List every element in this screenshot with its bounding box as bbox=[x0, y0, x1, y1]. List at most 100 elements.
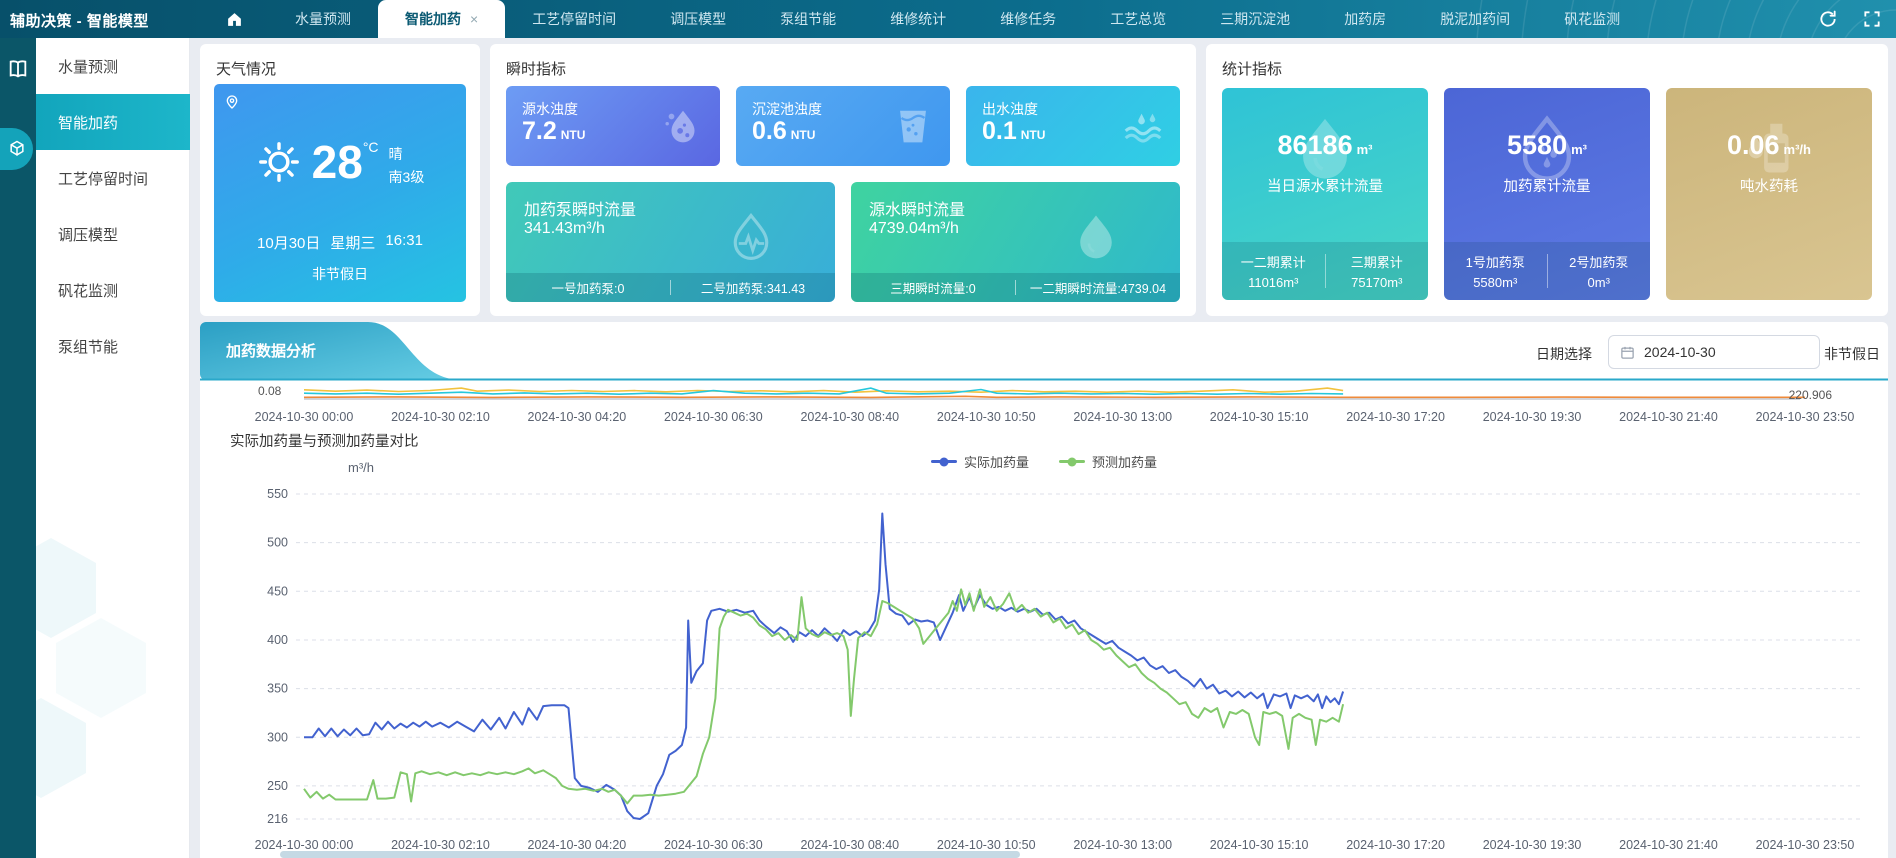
sidebar-item-label: 水量预测 bbox=[58, 56, 118, 77]
tab-label: 维修统计 bbox=[890, 9, 946, 29]
footer-value: 0 bbox=[618, 282, 625, 296]
footer-value: 341.43 bbox=[767, 282, 805, 296]
wave-icon bbox=[1120, 105, 1166, 151]
tab-label: 三期沉淀池 bbox=[1220, 9, 1290, 29]
legend-item-预测加药量[interactable]: 预测加药量 bbox=[1059, 452, 1157, 471]
weather-holiday-status: 非节假日 bbox=[214, 264, 466, 284]
model-cube-icon[interactable] bbox=[0, 128, 33, 170]
sidebar-item-调压模型[interactable]: 调压模型 bbox=[36, 206, 190, 262]
x-axis-tick-label: 2024-10-30 04:20 bbox=[502, 410, 652, 424]
tab-label: 矾花监测 bbox=[1564, 9, 1620, 29]
weather-panel: 天气情况 28°C 晴 南3级 10月30日 星期三 16:31 非节假日 bbox=[200, 44, 480, 316]
tab-三期沉淀池[interactable]: 三期沉淀池 bbox=[1193, 0, 1317, 38]
tab-bar: 水量预测 智能加药 × 工艺停留时间 调压模型 泵组节能 维修统计 维修任务工艺总览 三期沉淀池… bbox=[268, 0, 1647, 38]
metric-card-沉淀池浊度: 沉淀池浊度0.6NTU bbox=[736, 86, 950, 166]
close-icon[interactable]: × bbox=[470, 11, 478, 27]
tab-智能加药[interactable]: 智能加药 × bbox=[378, 0, 505, 38]
footer-cell: 2号加药泵0m³ bbox=[1548, 242, 1651, 300]
tab-工艺停留时间[interactable]: 工艺停留时间 bbox=[505, 0, 643, 38]
location-pin-icon bbox=[224, 94, 240, 110]
calendar-icon bbox=[1620, 345, 1635, 360]
stat-card-吨水药耗: 0.06m³/h吨水药耗 bbox=[1666, 88, 1872, 300]
tab-脱泥加药间[interactable]: 脱泥加药间 bbox=[1413, 0, 1537, 38]
sidebar-item-label: 泵组节能 bbox=[58, 336, 118, 357]
tab-label: 调压模型 bbox=[670, 9, 726, 29]
stat-card-footer: 一二期累计 11016m³ 三期累计75170m³ bbox=[1222, 242, 1428, 300]
x-axis-tick-label: 2024-10-30 08:40 bbox=[775, 410, 925, 424]
tab-维修任务[interactable]: 维修任务 bbox=[973, 0, 1083, 38]
x-axis-tick-label: 2024-10-30 10:50 bbox=[911, 410, 1061, 424]
footer-value: 75170m³ bbox=[1351, 275, 1402, 290]
stat-value: 86186 bbox=[1278, 130, 1353, 160]
tab-label: 工艺停留时间 bbox=[532, 9, 616, 29]
sidebar-item-泵组节能[interactable]: 泵组节能 bbox=[36, 318, 190, 374]
sidebar-item-工艺停留时间[interactable]: 工艺停留时间 bbox=[36, 150, 190, 206]
tab-矾花监测[interactable]: 矾花监测 bbox=[1537, 0, 1647, 38]
hexagon-decoration bbox=[56, 618, 146, 718]
footer-value: 4739.04 bbox=[1121, 282, 1166, 296]
stat-value: 0.06 bbox=[1727, 130, 1780, 160]
datazoom-axis-labels: 2024-10-30 00:002024-10-30 02:102024-10-… bbox=[200, 410, 1888, 426]
sidebar-item-水量预测[interactable]: 水量预测 bbox=[36, 38, 190, 94]
footer-cell: 三期累计75170m³ bbox=[1326, 242, 1429, 300]
top-navigation-bar: 辅助决策 - 智能模型 水量预测智能加药×工艺停留时间调压模型泵组节能维修统计维… bbox=[0, 0, 1896, 38]
svg-text:350: 350 bbox=[267, 682, 288, 696]
x-axis-tick-label: 2024-10-30 10:50 bbox=[911, 838, 1061, 852]
footer-key: 2号加药泵 bbox=[1569, 252, 1628, 271]
tab-加药房[interactable]: 加药房 bbox=[1317, 0, 1413, 38]
datazoom-min-label: 0.08 bbox=[258, 384, 281, 398]
footer-cell: 二号加药泵:341.43 bbox=[671, 278, 835, 297]
legend-item-实际加药量[interactable]: 实际加药量 bbox=[931, 452, 1029, 471]
stats-panel-title: 统计指标 bbox=[1222, 58, 1282, 79]
footer-key: 一二期累计 bbox=[1241, 252, 1306, 271]
book-icon[interactable] bbox=[7, 58, 29, 80]
date-picker-label: 日期选择 bbox=[1536, 344, 1592, 364]
stat-label: 加药累计流量 bbox=[1444, 175, 1650, 196]
sidebar-item-矾花监测[interactable]: 矾花监测 bbox=[36, 262, 190, 318]
tab-调压模型[interactable]: 调压模型 bbox=[643, 0, 753, 38]
hexagon-decoration bbox=[36, 538, 96, 638]
legend-marker bbox=[931, 460, 957, 463]
tab-水量预测[interactable]: 水量预测 bbox=[268, 0, 378, 38]
x-axis-tick-label: 2024-10-30 21:40 bbox=[1594, 410, 1744, 424]
weather-wind: 南3级 bbox=[389, 167, 425, 187]
stat-card-footer: 1号加药泵5580m³2号加药泵0m³ bbox=[1444, 242, 1650, 300]
tab-维修统计[interactable]: 维修统计 bbox=[863, 0, 973, 38]
stat-label: 吨水药耗 bbox=[1666, 175, 1872, 196]
series-line-预测加药量 bbox=[304, 589, 1343, 803]
footer-cell: 一二期累计 11016m³ bbox=[1222, 242, 1325, 300]
tab-工艺总览[interactable]: 工艺总览 bbox=[1083, 0, 1193, 38]
horizontal-scrollbar-thumb[interactable] bbox=[280, 851, 1020, 858]
x-axis-tick-label: 2024-10-30 19:30 bbox=[1457, 838, 1607, 852]
refresh-icon[interactable] bbox=[1818, 9, 1838, 29]
date-picker-input[interactable]: 2024-10-30 bbox=[1608, 335, 1820, 369]
footer-key: 三期瞬时流量 bbox=[890, 282, 965, 296]
line-chart: 216250300350400450500550 bbox=[200, 472, 1888, 858]
fullscreen-icon[interactable] bbox=[1862, 9, 1882, 29]
tab-label: 智能加药 bbox=[405, 9, 461, 29]
sidebar-item-智能加药[interactable]: 智能加药 bbox=[36, 94, 190, 150]
tab-label: 泵组节能 bbox=[780, 9, 836, 29]
sidebar-item-label: 智能加药 bbox=[58, 112, 118, 133]
weather-condition: 晴 bbox=[389, 144, 425, 164]
sidebar-item-label: 工艺停留时间 bbox=[58, 168, 148, 189]
sidebar-menu: 水量预测智能加药工艺停留时间调压模型矾花监测泵组节能 bbox=[36, 38, 190, 858]
x-axis-tick-label: 2024-10-30 06:30 bbox=[638, 410, 788, 424]
strip-series-orange bbox=[304, 396, 1805, 397]
footer-value: 11016m³ bbox=[1248, 275, 1298, 290]
sun-icon bbox=[256, 139, 302, 185]
flow-card-源水瞬时流量: 源水瞬时流量4739.04m³/h三期瞬时流量:0一二期瞬时流量:4739.04 bbox=[851, 182, 1180, 302]
temperature-number: 28 bbox=[312, 136, 363, 188]
hexagon-decoration bbox=[36, 698, 86, 798]
tab-泵组节能[interactable]: 泵组节能 bbox=[753, 0, 863, 38]
legend-label: 预测加药量 bbox=[1092, 452, 1157, 471]
weather-panel-title: 天气情况 bbox=[216, 58, 276, 79]
home-icon[interactable] bbox=[208, 0, 260, 38]
metric-value: 0.6 bbox=[752, 117, 787, 145]
weather-date-row: 10月30日 星期三 16:31 bbox=[214, 232, 466, 253]
datazoom-strip[interactable] bbox=[200, 378, 1888, 408]
svg-text:400: 400 bbox=[267, 633, 288, 647]
flow-cards-row: 加药泵瞬时流量341.43m³/h一号加药泵:0二号加药泵:341.43源水瞬时… bbox=[506, 182, 1180, 302]
footer-key: 一二期瞬时流量 bbox=[1030, 282, 1118, 296]
x-axis-tick-label: 2024-10-30 19:30 bbox=[1457, 410, 1607, 424]
